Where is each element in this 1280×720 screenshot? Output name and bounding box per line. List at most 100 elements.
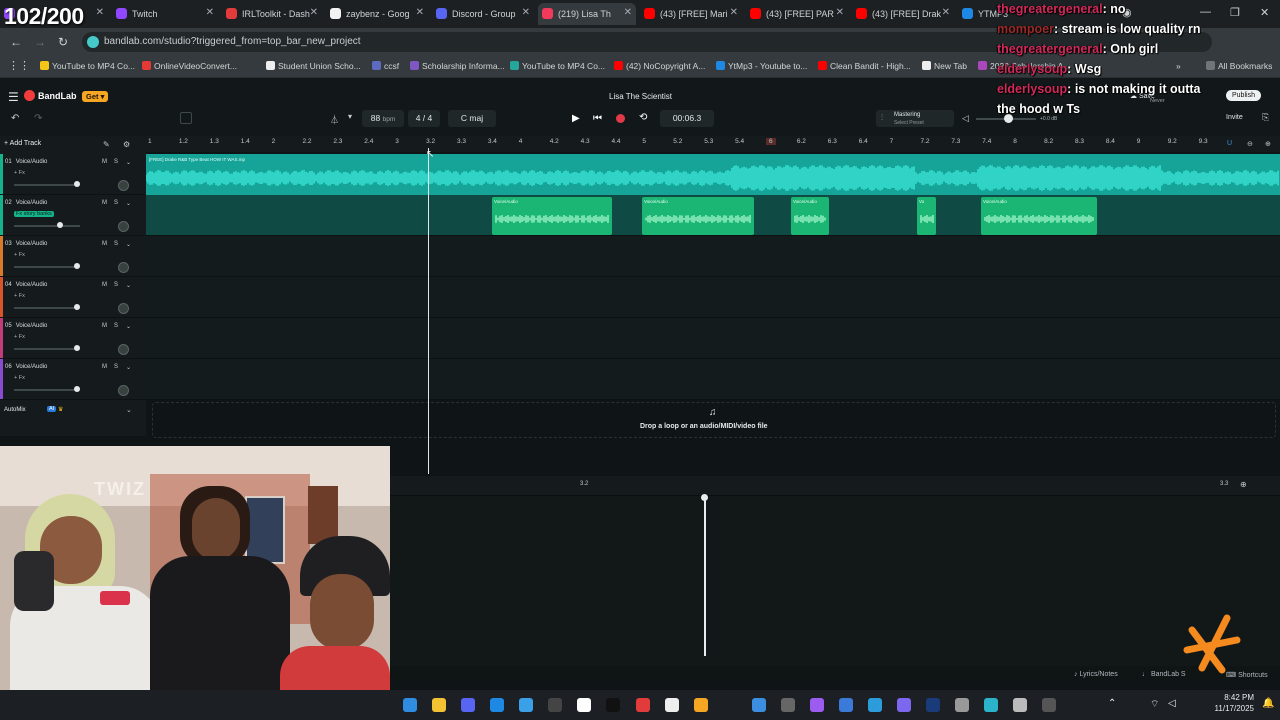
maps-icon[interactable] (868, 698, 882, 712)
tab-close-icon[interactable]: ✕ (730, 7, 738, 18)
tiktok-icon[interactable] (606, 698, 620, 712)
discord-icon[interactable] (461, 698, 475, 712)
tray-chevron-icon[interactable]: ⌃ (1108, 698, 1116, 709)
cursor-icon[interactable] (984, 698, 998, 712)
share-icon[interactable]: ⎘ (1262, 112, 1269, 123)
track-pan-dial[interactable] (118, 385, 129, 396)
editor-ruler[interactable]: 3.2 3.3 ⊕ (390, 476, 1280, 496)
mastering-button[interactable]: ⫶ Mastering Select Preset (876, 110, 954, 127)
track-volume-knob[interactable] (73, 181, 80, 187)
metronome-icon[interactable]: ⏃ (330, 113, 339, 126)
bookmarks-overflow-icon[interactable]: » (1176, 61, 1181, 71)
window-maximize-button[interactable]: ❐ (1230, 6, 1240, 19)
project-title[interactable]: Lisa The Scientist (609, 92, 672, 101)
mute-button[interactable]: M (102, 241, 107, 247)
track-volume-knob[interactable] (73, 263, 80, 269)
mute-button[interactable]: M (102, 364, 107, 370)
mute-button[interactable]: M (102, 200, 107, 206)
track-pan-dial[interactable] (118, 262, 129, 273)
site-info-icon[interactable] (87, 36, 99, 48)
undo-icon[interactable]: ↶ (11, 113, 19, 124)
blue-app-icon[interactable] (752, 698, 766, 712)
bookmark-item[interactable]: Student Union Scho... (266, 61, 361, 71)
bookmark-item[interactable]: YouTube to MP4 Co... (510, 61, 605, 71)
reload-icon[interactable]: ↻ (58, 35, 68, 49)
track-menu-chevron-icon[interactable]: ⌄ (126, 241, 131, 248)
mute-button[interactable]: M (102, 282, 107, 288)
track-volume-knob[interactable] (73, 386, 80, 392)
editor-zoom-icon[interactable]: ⊕ (1240, 480, 1247, 489)
metronome-dropdown-icon[interactable]: ▾ (348, 112, 352, 121)
track-volume-slider[interactable] (14, 184, 80, 186)
track-fx-button[interactable]: + Fx (14, 293, 25, 299)
track-volume-knob[interactable] (73, 304, 80, 310)
audio-region[interactable]: [FREE] Drake R&B Type Beat HOW IT WAS.mp (146, 154, 1280, 195)
tab-close-icon[interactable]: ✕ (310, 7, 318, 18)
back-icon[interactable]: ← (10, 35, 22, 49)
browser-tab[interactable]: (43) [FREE] Mari ✕ (640, 3, 742, 25)
tab-close-icon[interactable]: ✕ (942, 7, 950, 18)
zoom-in-icon[interactable]: ⊕ (1265, 140, 1271, 148)
solo-button[interactable]: S (114, 364, 118, 370)
tab-close-icon[interactable]: ✕ (206, 7, 214, 18)
track-volume-knob[interactable] (57, 222, 64, 228)
mute-button[interactable]: M (102, 159, 107, 165)
bookmark-item[interactable]: Scholarship Informa... (410, 61, 505, 71)
track-fx-button[interactable]: + Fx (14, 252, 25, 258)
solo-button[interactable]: S (114, 200, 118, 206)
clock-date[interactable]: 11/17/2025 (1206, 704, 1254, 713)
drive-icon[interactable] (955, 698, 969, 712)
bookmark-item[interactable]: OnlineVideoConvert... (142, 61, 237, 71)
cycle-icon[interactable] (180, 112, 192, 124)
track-volume-slider[interactable] (14, 266, 80, 268)
tab-close-icon[interactable]: ✕ (96, 7, 104, 18)
track-menu-chevron-icon[interactable]: ⌄ (126, 323, 131, 330)
skip-back-button[interactable]: ⏮ (593, 113, 602, 124)
record-button[interactable] (616, 114, 625, 123)
track-header[interactable]: 04 Voice/Audio + Fx M S ⌄ (0, 277, 146, 318)
audio-clip[interactable]: Voice/Audio (791, 197, 829, 235)
browser-tab[interactable]: (219) Lisa Th ✕ (538, 3, 636, 25)
opera-icon[interactable] (636, 698, 650, 712)
teams-icon[interactable] (897, 698, 911, 712)
bookmark-item[interactable]: YouTube to MP4 Co... (40, 61, 135, 71)
window-close-button[interactable]: ✕ (1260, 6, 1269, 19)
audio-clip[interactable]: Voice/Audio (642, 197, 754, 235)
track-volume-slider[interactable] (14, 389, 80, 391)
file-explorer-icon[interactable] (432, 698, 446, 712)
magnet-icon[interactable]: U (1227, 140, 1232, 147)
track-name[interactable]: 03 Voice/Audio (5, 241, 47, 247)
wifi-icon[interactable]: ⌔ (1150, 698, 1159, 711)
play-button[interactable]: ▶ (572, 113, 580, 124)
track-pan-dial[interactable] (118, 221, 129, 232)
track-lane[interactable] (146, 236, 1280, 277)
audio-clip[interactable]: Voice/Audio (492, 197, 612, 235)
clip-editor[interactable]: 3.2 3.3 ⊕ (390, 476, 1280, 666)
tab-close-icon[interactable]: ✕ (836, 7, 844, 18)
bandlab-logo[interactable]: BandLab (38, 91, 77, 101)
solo-button[interactable]: S (114, 282, 118, 288)
tab-close-icon[interactable]: ✕ (522, 7, 530, 18)
track-lane[interactable] (146, 277, 1280, 318)
all-bookmarks[interactable]: All Bookmarks (1206, 61, 1272, 71)
track-lane[interactable] (146, 318, 1280, 359)
track-fx-button[interactable]: Fx story banks (14, 211, 54, 217)
track-pan-dial[interactable] (118, 303, 129, 314)
track-fx-button[interactable]: + Fx (14, 334, 25, 340)
bookmark-item[interactable]: (42) NoCopyright A... (614, 61, 705, 71)
browser-tab[interactable]: (43) [FREE] Drak ✕ (852, 3, 954, 25)
track-header[interactable]: 03 Voice/Audio + Fx M S ⌄ (0, 236, 146, 277)
add-track-button[interactable]: + Add Track (4, 140, 41, 147)
edit-icon[interactable]: ✎ (103, 140, 110, 149)
settings-app-icon[interactable] (1013, 698, 1027, 712)
time-signature-field[interactable]: 4 / 4 (408, 110, 440, 127)
track-volume-slider[interactable] (14, 307, 80, 309)
browser-tab[interactable]: (43) [FREE] PAR ✕ (746, 3, 848, 25)
audio-app-icon[interactable] (1042, 698, 1056, 712)
loop-button[interactable]: ⟲ (639, 112, 647, 123)
browser-tab[interactable]: zaybenz - Goog ✕ (326, 3, 428, 25)
browser-tab[interactable]: Discord - Group ✕ (432, 3, 534, 25)
forward-icon[interactable]: → (34, 35, 46, 49)
redo-icon[interactable]: ↷ (34, 113, 42, 124)
track-volume-slider[interactable] (14, 225, 80, 227)
